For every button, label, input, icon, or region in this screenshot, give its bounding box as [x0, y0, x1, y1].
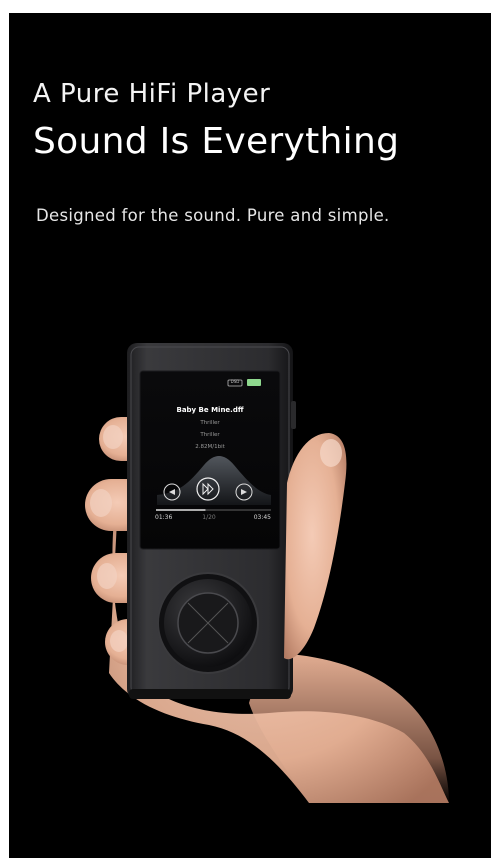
track-title: Baby Be Mine.dff — [176, 406, 244, 414]
track-format: 2.82M/1bit — [195, 444, 225, 450]
track-duration: 03:45 — [253, 514, 271, 521]
battery-label: DSD — [230, 379, 240, 384]
hifi-player — [127, 343, 296, 699]
elapsed-time: 01:36 — [155, 514, 173, 521]
track-artist: Thriller — [200, 420, 220, 426]
track-position: 1/20 — [202, 514, 216, 521]
thumb — [284, 433, 347, 660]
poster: A Pure HiFi Player Sound Is Everything D… — [9, 13, 491, 858]
track-album: Thriller — [200, 432, 220, 438]
